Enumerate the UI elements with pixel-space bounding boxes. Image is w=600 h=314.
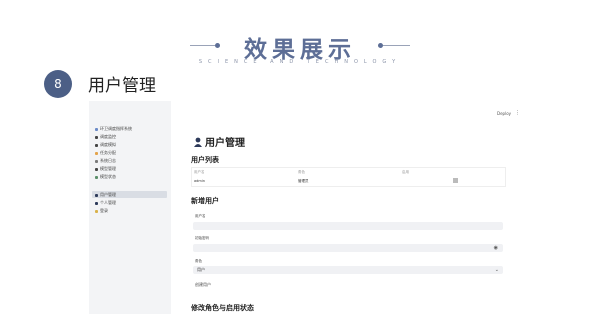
section-title: 用户管理 xyxy=(88,76,156,96)
enabled-checkbox[interactable] xyxy=(453,178,458,183)
user-icon xyxy=(194,137,202,147)
role-select[interactable]: 用户 ⌄ xyxy=(193,266,503,274)
sidebar-item-simulation[interactable]: 调度模拟 xyxy=(95,141,169,148)
model-icon xyxy=(95,167,98,171)
create-user-button[interactable]: 创建用户 xyxy=(195,282,211,288)
table-cell-username: admin xyxy=(194,179,205,183)
person-icon xyxy=(95,201,98,205)
sidebar-item-personal[interactable]: 个人管理 xyxy=(95,199,169,206)
user-table: 用户名 角色 启用 admin 管理员 xyxy=(191,167,506,187)
role-label: 角色 xyxy=(195,259,202,263)
slide-subtitle: SCIENCE AND TECHNOLOGY xyxy=(198,59,402,65)
sidebar-item-label: 系统日志 xyxy=(100,158,116,163)
sidebar-item-login[interactable]: 登录 xyxy=(95,207,169,214)
role-select-value: 用户 xyxy=(197,267,205,272)
sidebar-item-label: 环卫调度指挥系统 xyxy=(100,126,132,131)
eye-icon[interactable]: ◉ xyxy=(494,245,498,251)
sidebar-item-model-status[interactable]: 模型状态 xyxy=(95,173,169,180)
page-title: 用户管理 xyxy=(193,134,245,149)
print-icon xyxy=(95,143,98,147)
sidebar-item-user-management[interactable]: 用户管理 xyxy=(92,191,167,198)
sidebar-item-label: 调度监控 xyxy=(100,134,116,139)
sidebar-item-models[interactable]: 模型管理 xyxy=(95,165,169,172)
sidebar-item-label: 模型管理 xyxy=(100,166,116,171)
edit-icon xyxy=(95,151,98,155)
sidebar-item-label: 用户管理 xyxy=(100,192,116,197)
add-user-heading: 新增用户 xyxy=(191,197,219,205)
sidebar-item-logs[interactable]: 系统日志 xyxy=(95,157,169,164)
sidebar-item-tasks[interactable]: 任务分配 xyxy=(95,149,169,156)
username-input[interactable] xyxy=(193,222,503,230)
chevron-down-icon: ⌄ xyxy=(494,267,499,273)
status-icon xyxy=(95,175,98,179)
home-icon xyxy=(95,127,98,131)
app-screenshot: 环卫调度指挥系统 调度监控 调度模拟 任务分配 系统日志 模型管理 模型状态 用… xyxy=(89,101,521,314)
column-header: 用户名 xyxy=(194,170,205,174)
sidebar-item-label: 个人管理 xyxy=(100,200,116,205)
login-icon xyxy=(95,209,98,213)
sidebar-item-label: 调度模拟 xyxy=(100,142,116,147)
user-list-heading: 用户列表 xyxy=(191,156,219,164)
sidebar-item-label: 登录 xyxy=(100,208,108,213)
log-icon xyxy=(95,159,98,163)
username-label: 用户名 xyxy=(195,214,206,218)
password-label: 初始密码 xyxy=(195,236,209,240)
table-cell-role: 管理员 xyxy=(298,179,309,183)
password-input[interactable]: ◉ xyxy=(193,244,503,252)
decorative-line-right xyxy=(383,45,410,46)
sidebar-item-monitor[interactable]: 调度监控 xyxy=(95,133,169,140)
user-icon xyxy=(95,193,98,197)
section-number-badge: 8 xyxy=(44,70,72,98)
sidebar-item-label: 模型状态 xyxy=(100,174,116,179)
column-header: 启用 xyxy=(402,170,409,174)
more-vertical-icon[interactable]: ⋮ xyxy=(515,110,520,116)
sidebar: 环卫调度指挥系统 调度监控 调度模拟 任务分配 系统日志 模型管理 模型状态 用… xyxy=(89,101,171,314)
sidebar-item-label: 任务分配 xyxy=(100,150,116,155)
deploy-button[interactable]: Deploy xyxy=(497,111,511,116)
edit-role-heading: 修改角色与启用状态 xyxy=(191,304,254,312)
page-title-text: 用户管理 xyxy=(205,138,245,149)
sidebar-item-home[interactable]: 环卫调度指挥系统 xyxy=(95,125,169,132)
column-header: 角色 xyxy=(298,170,305,174)
monitor-icon xyxy=(95,135,98,139)
main-content: Deploy ⋮ 用户管理 用户列表 用户名 角色 启用 admin 管理员 新… xyxy=(171,101,521,314)
